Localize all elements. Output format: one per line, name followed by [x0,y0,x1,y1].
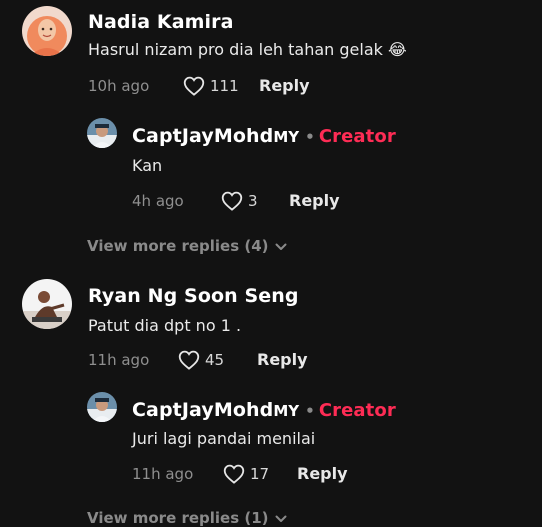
comment-author-name[interactable]: Nadia Kamira [88,11,234,33]
separator-dot: • [305,402,315,420]
heart-outline-icon [183,76,205,96]
reply-time: 4h ago [132,192,184,210]
chevron-down-icon [275,237,287,255]
comment-time: 11h ago [88,351,150,369]
like-count: 111 [210,77,239,95]
like-count: 3 [248,192,258,210]
like-count: 45 [205,351,225,369]
comment-text: Patut dia dpt no 1 . [88,316,242,335]
heart-outline-icon [223,464,245,484]
like-button[interactable]: 45 [178,350,224,370]
like-button[interactable]: 17 [223,464,269,484]
reply-author-suffix: MY [273,128,300,146]
reply-time: 11h ago [132,465,194,483]
view-more-replies-label: View more replies (1) [87,509,269,527]
creator-badge: Creator [318,400,396,421]
view-more-replies-button[interactable]: View more replies (1) [87,509,287,527]
comment-author-name[interactable]: Ryan Ng Soon Seng [88,285,299,307]
heart-outline-icon [178,350,200,370]
chevron-down-icon [275,509,287,527]
reply-button[interactable]: Reply [259,76,310,95]
avatar[interactable] [22,6,72,56]
reply-author[interactable]: CaptJayMohdMY • Creator [132,125,396,147]
reply-author-name[interactable]: CaptJayMohd [132,125,273,147]
like-button[interactable]: 111 [183,76,239,96]
view-more-replies-label: View more replies (4) [87,237,269,255]
comment-time: 10h ago [88,77,150,95]
reply-button[interactable]: Reply [297,464,348,483]
avatar[interactable] [22,279,72,329]
creator-badge: Creator [318,126,396,147]
like-button[interactable]: 3 [221,191,258,211]
reply-text: Juri lagi pandai menilai [132,429,316,448]
avatar[interactable] [87,392,117,422]
reply-text: Kan [132,156,163,175]
reply-button[interactable]: Reply [289,191,340,210]
reply-author[interactable]: CaptJayMohdMY • Creator [132,399,396,421]
separator-dot: • [305,128,315,146]
reply-button[interactable]: Reply [257,350,308,369]
comment-text: Hasrul nizam pro dia leh tahan gelak 😂 [88,40,407,59]
view-more-replies-button[interactable]: View more replies (4) [87,237,287,255]
avatar[interactable] [87,118,117,148]
like-count: 17 [250,465,270,483]
heart-outline-icon [221,191,243,211]
reply-author-name[interactable]: CaptJayMohd [132,399,273,421]
reply-author-suffix: MY [273,402,300,420]
comment-author[interactable]: Ryan Ng Soon Seng [88,285,299,307]
comment-author[interactable]: Nadia Kamira [88,11,234,33]
